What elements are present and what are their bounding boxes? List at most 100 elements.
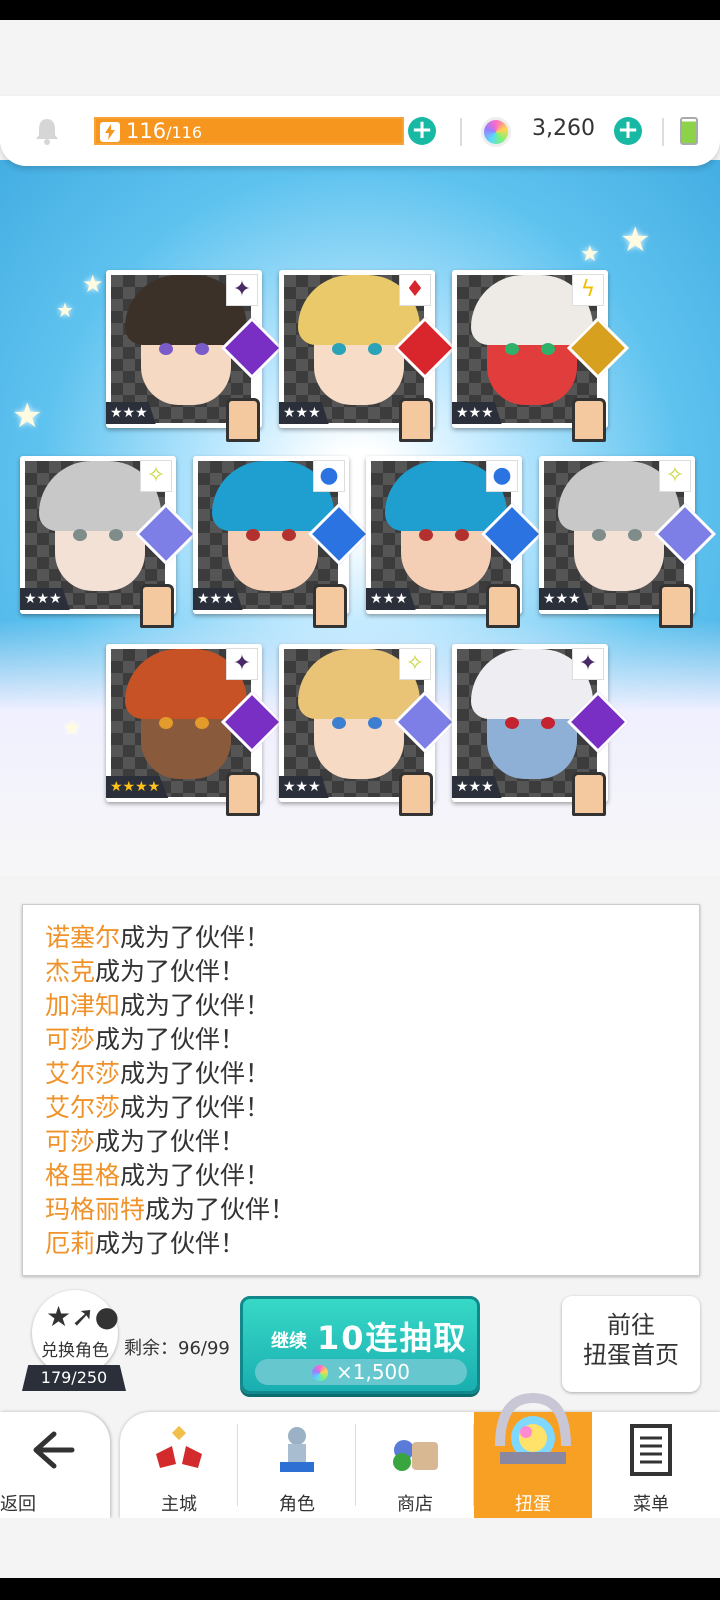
rarity-stars: ★★★ — [106, 402, 156, 424]
remaining-count: 剩余：96/99 — [124, 1338, 230, 1359]
main-city-icon — [156, 1425, 202, 1468]
water-icon: ● — [486, 460, 518, 492]
pixel-sprite-icon — [226, 398, 260, 442]
pixel-sprite-icon — [399, 398, 433, 442]
character-card[interactable]: ✦ ★★★ — [452, 644, 630, 816]
message-suffix: 成为了伙伴！ — [95, 957, 246, 986]
rarity-stars: ★★★ — [279, 776, 329, 798]
lightning-icon: ϟ — [572, 274, 604, 306]
message-suffix: 成为了伙伴！ — [120, 923, 271, 952]
message-line: 玛格丽特成为了伙伴！ — [45, 1193, 685, 1227]
gacha-capsule-icon — [495, 1392, 571, 1464]
rarity-stars: ★★★ — [193, 588, 243, 610]
dark-icon: ✦ — [572, 648, 604, 680]
dark-icon: ✦ — [226, 274, 258, 306]
back-label: 返回 — [0, 1494, 36, 1515]
rarity-stars: ★★★★ — [106, 776, 169, 798]
character-card[interactable]: ● ★★★ — [193, 456, 371, 628]
light-icon: ✧ — [659, 460, 691, 492]
character-card[interactable]: ✧ ★★★ — [539, 456, 717, 628]
rarity-stars: ★★★ — [539, 588, 589, 610]
sparkle-star-icon: ★ — [82, 270, 104, 298]
tab-main-city[interactable]: 主城 — [120, 1412, 238, 1518]
pixel-sprite-icon — [572, 772, 606, 816]
character-card[interactable]: ♦ ★★★ — [279, 270, 457, 442]
back-button[interactable]: 返回 — [0, 1412, 110, 1518]
character-name: 可莎 — [45, 1025, 96, 1054]
stamina-bar: 116/116 — [94, 117, 404, 145]
character-name: 可莎 — [45, 1127, 96, 1156]
pixel-sprite-icon — [140, 584, 174, 628]
goto-line-1: 前往 — [607, 1311, 655, 1339]
character-name: 厄莉 — [45, 1229, 96, 1258]
add-gems-button[interactable]: + — [614, 117, 642, 145]
sparkle-star-icon: ★ — [12, 396, 43, 436]
divider — [662, 118, 664, 146]
add-stamina-button[interactable]: + — [408, 117, 436, 145]
message-suffix: 成为了伙伴！ — [120, 1059, 271, 1088]
tab-gacha[interactable]: 扭蛋 — [474, 1392, 592, 1518]
exchange-icon: ★➚● — [46, 1300, 119, 1333]
message-suffix: 成为了伙伴！ — [120, 1161, 271, 1190]
bottom-system-bar — [0, 1578, 720, 1600]
message-line: 可莎成为了伙伴！ — [45, 1023, 685, 1057]
fire-icon: ♦ — [399, 274, 431, 306]
pixel-sprite-icon — [313, 584, 347, 628]
rainbow-gem-icon — [311, 1365, 328, 1381]
message-line: 加津知成为了伙伴！ — [45, 989, 685, 1023]
rarity-stars: ★★★ — [452, 402, 502, 424]
message-line: 诺塞尔成为了伙伴！ — [45, 921, 685, 955]
result-message-panel[interactable]: 诺塞尔成为了伙伴！ 杰克成为了伙伴！ 加津知成为了伙伴！ 可莎成为了伙伴！ 艾尔莎成为了… — [22, 904, 700, 1276]
light-icon: ✧ — [399, 648, 431, 680]
character-card[interactable]: ✦ ★★★★ — [106, 644, 284, 816]
character-card[interactable]: ✧ ★★★ — [20, 456, 198, 628]
tab-label: 商店 — [397, 1494, 433, 1515]
tab-menu[interactable]: 菜单 — [592, 1412, 710, 1518]
character-card[interactable]: ✦ ★★★ — [106, 270, 284, 442]
message-line: 艾尔莎成为了伙伴！ — [45, 1091, 685, 1125]
rarity-stars: ★★★ — [20, 588, 70, 610]
message-list: 诺塞尔成为了伙伴！ 杰克成为了伙伴！ 加津知成为了伙伴！ 可莎成为了伙伴！ 艾尔莎成为了… — [45, 921, 685, 1261]
rarity-stars: ★★★ — [366, 588, 416, 610]
exchange-count: 179/250 — [22, 1365, 126, 1391]
top-system-bar — [0, 0, 720, 20]
pixel-sprite-icon — [659, 584, 693, 628]
message-line: 艾尔莎成为了伙伴！ — [45, 1057, 685, 1091]
gem-count: 3,260 — [532, 116, 595, 141]
arrow-left-icon — [33, 1431, 75, 1469]
goto-line-2: 扭蛋首页 — [583, 1341, 679, 1369]
message-line: 杰克成为了伙伴！ — [45, 955, 685, 989]
character-card[interactable]: ✧ ★★★ — [279, 644, 457, 816]
battery-icon — [680, 117, 698, 145]
character-name: 艾尔莎 — [45, 1093, 121, 1122]
exchange-character-button[interactable]: ★➚● 兑换角色 — [32, 1290, 119, 1376]
light-icon: ✧ — [140, 460, 172, 492]
stamina-value: 116/116 — [126, 119, 203, 143]
message-line: 可莎成为了伙伴！ — [45, 1125, 685, 1159]
message-suffix: 成为了伙伴！ — [95, 1229, 246, 1258]
menu-list-icon — [630, 1424, 672, 1476]
character-card[interactable]: ● ★★★ — [366, 456, 544, 628]
character-name: 艾尔莎 — [45, 1059, 121, 1088]
pull-10-button[interactable]: 继续 10连抽取 ×1,500 — [240, 1296, 480, 1394]
footer-strip — [0, 1518, 720, 1578]
tab-shop[interactable]: 商店 — [356, 1412, 474, 1518]
character-name: 诺塞尔 — [45, 923, 121, 952]
message-suffix: 成为了伙伴！ — [120, 1093, 271, 1122]
rarity-stars: ★★★ — [452, 776, 502, 798]
sparkle-star-icon: ★ — [62, 716, 82, 741]
sparkle-star-icon: ★ — [56, 298, 74, 322]
bell-icon[interactable] — [32, 116, 62, 146]
sparkle-star-icon: ★ — [620, 220, 651, 260]
character-statue-icon — [280, 1427, 314, 1472]
message-suffix: 成为了伙伴！ — [95, 1025, 246, 1054]
goto-gacha-home-button[interactable]: 前往 扭蛋首页 — [562, 1296, 700, 1392]
tab-label: 角色 — [279, 1494, 315, 1515]
character-card[interactable]: ϟ ★★★ — [452, 270, 630, 442]
character-name: 玛格丽特 — [45, 1195, 146, 1224]
tab-characters[interactable]: 角色 — [238, 1412, 356, 1518]
character-name: 加津知 — [45, 991, 121, 1020]
character-name: 格里格 — [45, 1161, 121, 1190]
character-name: 杰克 — [45, 957, 96, 986]
divider — [460, 118, 462, 146]
